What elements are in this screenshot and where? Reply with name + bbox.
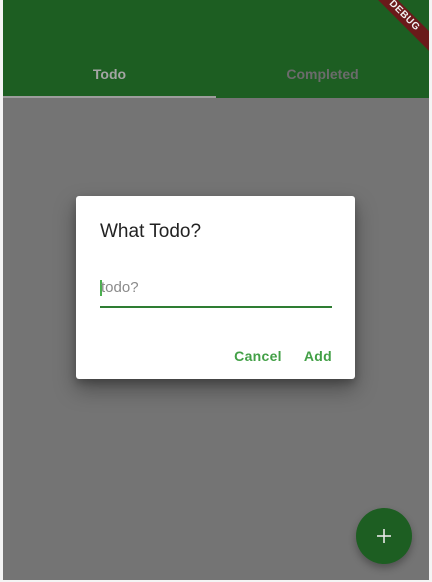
tab-indicator xyxy=(3,96,216,98)
todo-input[interactable]: todo? xyxy=(100,274,332,308)
tab-completed[interactable]: Completed xyxy=(216,50,429,98)
app-bar: Todo Completed xyxy=(0,0,432,98)
add-button[interactable]: Add xyxy=(293,348,343,364)
dialog-title: What Todo? xyxy=(100,221,202,242)
dialog-actions: Cancel Add xyxy=(223,348,343,364)
add-todo-fab[interactable] xyxy=(356,508,412,564)
add-todo-dialog: What Todo? todo? Cancel Add xyxy=(76,196,355,379)
tab-todo[interactable]: Todo xyxy=(3,50,216,98)
tab-bar: Todo Completed xyxy=(3,50,429,98)
tab-completed-label: Completed xyxy=(286,66,359,82)
tab-todo-label: Todo xyxy=(92,66,127,82)
cancel-button[interactable]: Cancel xyxy=(223,348,293,364)
todo-input-placeholder: todo? xyxy=(101,279,139,296)
plus-icon xyxy=(377,529,391,543)
